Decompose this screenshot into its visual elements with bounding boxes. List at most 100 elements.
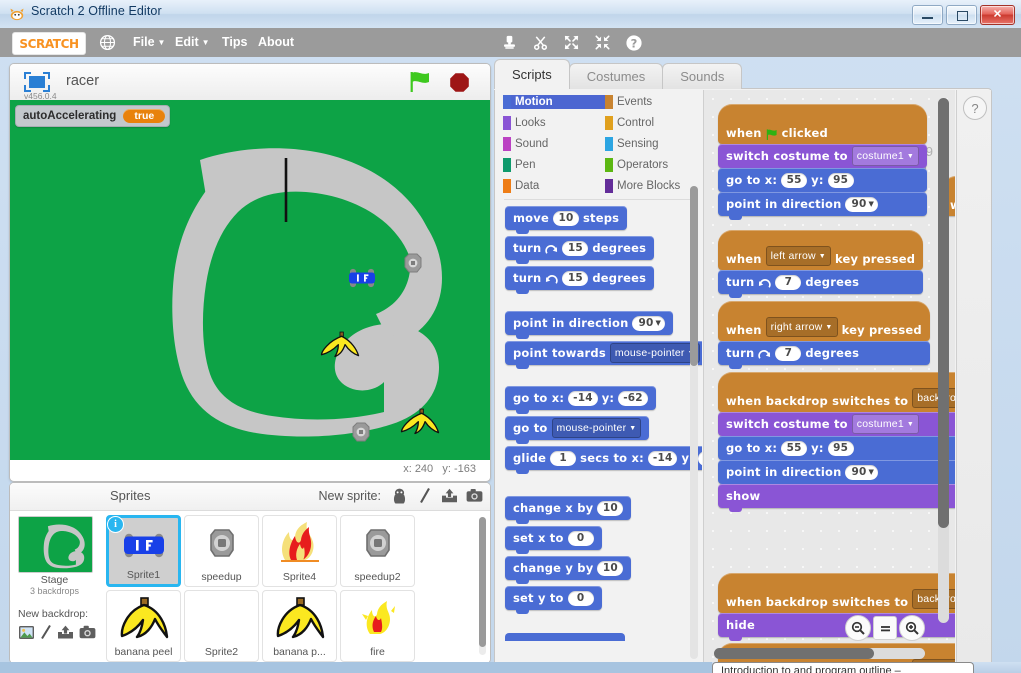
menu-tips[interactable]: Tips	[217, 33, 252, 51]
glide-y-input[interactable]: -62	[697, 450, 702, 466]
scratch-logo[interactable]: SCRATCH	[12, 32, 86, 55]
palette-block-glide[interactable]: glide 1 secs to x: -14 y: -62	[505, 446, 702, 474]
grow-icon[interactable]	[562, 33, 581, 52]
turn-degrees-input[interactable]: 7	[775, 274, 802, 290]
category-sound[interactable]: Sound	[503, 137, 609, 151]
block-when-key-pressed-right-arrow[interactable]: when right arrow ▼ key pressed	[718, 301, 930, 345]
category-looks[interactable]: Looks	[503, 116, 609, 130]
menu-about[interactable]: About	[253, 33, 299, 51]
camera-backdrop-icon[interactable]	[79, 625, 96, 639]
maximize-button[interactable]	[946, 5, 977, 25]
script-stack-green-flag[interactable]: when clicked switch costume to costume1 ▼…	[718, 104, 928, 220]
backdrop-library-icon[interactable]	[18, 625, 35, 640]
palette-block-turn-ccw[interactable]: turn 15 degrees	[505, 266, 655, 294]
tab-scripts[interactable]: Scripts	[494, 59, 570, 89]
category-data[interactable]: Data	[503, 179, 609, 193]
palette-block-go-to[interactable]: go to mouse-pointer ▼	[505, 416, 650, 444]
menu-edit[interactable]: Edit ▼	[170, 33, 215, 51]
script-stack-left-arrow[interactable]: when left arrow ▼ key pressed turn 7 degr…	[718, 230, 924, 298]
category-pen[interactable]: Pen	[503, 158, 609, 172]
set-x-input[interactable]: 0	[567, 530, 594, 546]
palette-block-point-towards[interactable]: point towards mouse-pointer▼	[505, 341, 702, 369]
sprite-cell-speedup[interactable]: speedup	[184, 515, 259, 587]
variable-watcher-autoaccelerating[interactable]: autoAccelerating true	[15, 105, 171, 127]
turn-cw-degrees-input[interactable]: 15	[562, 240, 589, 256]
sprite-library-icon[interactable]	[391, 487, 408, 504]
palette-block-turn-cw[interactable]: turn 15 degrees	[505, 236, 655, 264]
change-y-input[interactable]: 10	[597, 560, 624, 576]
green-flag-icon[interactable]	[409, 71, 432, 93]
block-when-key-pressed-left-arrow[interactable]: when left arrow ▼ key pressed	[718, 230, 924, 274]
block-switch-costume-to[interactable]: switch costume to costume1 ▼	[718, 144, 928, 172]
scripts-horizontal-scrollbar[interactable]	[714, 648, 925, 659]
block-point-in-direction[interactable]: point in direction 90 ▼	[718, 192, 928, 220]
upload-backdrop-icon[interactable]	[57, 625, 74, 640]
category-events[interactable]: Events	[605, 95, 702, 109]
sprite-cell-banana-p[interactable]: banana p...	[262, 590, 337, 662]
block-when-backdrop-switches-to-backdrop2[interactable]: when backdrop switches to backdrop2▼	[718, 573, 955, 617]
palette-block-move[interactable]: move 10 steps	[505, 206, 628, 234]
block-when-green-flag-clicked[interactable]: when clicked	[718, 104, 928, 148]
palette-block-go-to-xy[interactable]: go to x: -14 y: -62	[505, 386, 656, 414]
palette-block-point-in-direction[interactable]: point in direction 90 ▼	[505, 311, 674, 339]
move-steps-input[interactable]: 10	[552, 210, 579, 226]
tab-sounds[interactable]: Sounds	[662, 63, 743, 89]
paint-new-backdrop-icon[interactable]	[40, 624, 52, 640]
duplicate-stamp-icon[interactable]	[500, 33, 519, 52]
palette-block-set-y[interactable]: set y to 0	[505, 586, 602, 614]
sprite-info-badge[interactable]: i	[107, 516, 124, 533]
block-when-backdrop-switches-to-backdrop1[interactable]: when backdrop switches to backdrop1▼	[718, 372, 955, 416]
globe-icon[interactable]	[99, 34, 116, 51]
block-point-in-direction[interactable]: point in direction 90 ▼	[718, 460, 955, 488]
sprite-cell-sprite2[interactable]: Sprite2	[184, 590, 259, 662]
zoom-reset-button[interactable]	[873, 616, 897, 640]
block-go-to-xy[interactable]: go to x: 55 y: 95	[718, 168, 928, 196]
palette-block-set-x[interactable]: set x to 0	[505, 526, 602, 554]
goto-y-input[interactable]: 95	[827, 440, 854, 456]
goto-x-input[interactable]: 55	[781, 172, 808, 188]
sprite-cell-fire[interactable]: fire	[340, 590, 415, 662]
turn-degrees-input[interactable]: 7	[775, 345, 802, 361]
stage-canvas[interactable]: autoAccelerating true	[10, 100, 490, 460]
costume-dropdown[interactable]: costume1 ▼	[851, 146, 920, 166]
goto-x-input[interactable]: 55	[781, 440, 808, 456]
shrink-icon[interactable]	[593, 33, 612, 52]
category-operators[interactable]: Operators	[605, 158, 702, 172]
goto-y-input[interactable]: 95	[827, 172, 854, 188]
scripts-vertical-scrollbar[interactable]	[938, 98, 949, 623]
category-more-blocks[interactable]: More Blocks	[605, 179, 702, 193]
direction-dropdown[interactable]: 90 ▼	[845, 196, 879, 212]
block-turn-ccw[interactable]: turn 7 degrees	[718, 270, 924, 298]
stage-thumbnail-cell[interactable]: Stage 3 backdrops	[18, 516, 93, 596]
block-show[interactable]: show	[718, 484, 955, 512]
goto-target-dropdown[interactable]: mouse-pointer ▼	[551, 418, 642, 438]
script-stack-right-arrow[interactable]: when right arrow ▼ key pressed turn 7 deg…	[718, 301, 930, 369]
block-turn-cw[interactable]: turn 7 degrees	[718, 341, 930, 369]
point-direction-dropdown[interactable]: 90 ▼	[632, 315, 666, 331]
menu-file[interactable]: File ▼	[128, 33, 170, 51]
scissors-delete-icon[interactable]	[531, 33, 550, 52]
sprite-list-scrollbar[interactable]	[479, 517, 486, 655]
category-sensing[interactable]: Sensing	[605, 137, 702, 151]
stop-sign-icon[interactable]	[449, 72, 470, 93]
change-x-input[interactable]: 10	[597, 500, 624, 516]
sprite-cell-sprite1[interactable]: i Sprite1	[106, 515, 181, 587]
goto-y-input[interactable]: -62	[618, 390, 648, 406]
minimize-button[interactable]	[912, 5, 943, 25]
costume-dropdown[interactable]: costume1 ▼	[851, 414, 920, 434]
palette-block-partial[interactable]	[505, 633, 625, 641]
sprite-cell-sprite4[interactable]: Sprite4	[262, 515, 337, 587]
zoom-in-button[interactable]	[899, 615, 925, 641]
tab-costumes[interactable]: Costumes	[568, 63, 664, 89]
question-mark-icon[interactable]: ?	[963, 96, 987, 120]
direction-dropdown[interactable]: 90 ▼	[845, 464, 879, 480]
goto-x-input[interactable]: -14	[568, 390, 598, 406]
turn-ccw-degrees-input[interactable]: 15	[562, 270, 589, 286]
category-control[interactable]: Control	[605, 116, 702, 130]
sprite-cell-banana-peel[interactable]: banana peel	[106, 590, 181, 662]
camera-sprite-icon[interactable]	[466, 487, 483, 504]
key-dropdown[interactable]: right arrow ▼	[765, 317, 838, 337]
close-button[interactable]: ✕	[980, 5, 1015, 25]
script-stack-backdrop1[interactable]: when backdrop switches to backdrop1▼ swi…	[718, 372, 955, 512]
upload-sprite-icon[interactable]	[441, 487, 458, 504]
